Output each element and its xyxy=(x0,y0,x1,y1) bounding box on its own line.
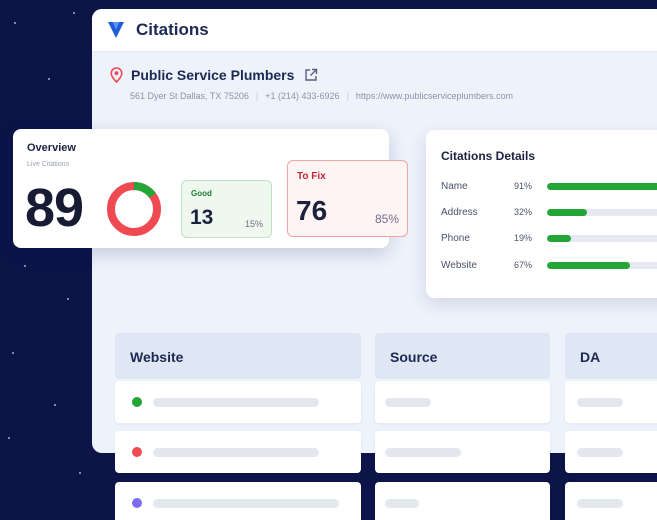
placeholder-bar xyxy=(153,398,319,407)
detail-row-phone: Phone 19% xyxy=(441,233,657,245)
detail-row-website: Website 67% xyxy=(441,260,657,272)
status-dot xyxy=(132,397,142,407)
progress-fill xyxy=(547,235,571,242)
status-dot xyxy=(132,498,142,508)
good-percent: 15% xyxy=(244,219,263,229)
progress-fill xyxy=(547,262,631,269)
overview-card: Overview Live Citations 89 Good 13 15% T… xyxy=(13,129,408,248)
external-link-icon[interactable] xyxy=(304,68,318,82)
placeholder-bar xyxy=(385,448,461,457)
meta-divider: | xyxy=(255,91,259,101)
business-name: Public Service Plumbers xyxy=(131,67,295,83)
placeholder-bar xyxy=(385,499,419,508)
placeholder-bar xyxy=(577,499,623,508)
progress-track xyxy=(547,262,657,269)
column-header-source[interactable]: Source xyxy=(375,333,550,379)
detail-row-name: Name 91% xyxy=(441,181,657,193)
business-website[interactable]: https://www.publicserviceplumbers.com xyxy=(356,91,513,101)
overview-title: Overview xyxy=(27,142,76,154)
location-pin-icon xyxy=(110,67,123,83)
progress-track xyxy=(547,235,657,242)
business-header: Public Service Plumbers 561 Dyer St Dall… xyxy=(110,67,513,101)
good-label: Good xyxy=(191,189,212,198)
placeholder-bar xyxy=(153,448,319,457)
good-citations-box[interactable]: Good 13 15% xyxy=(181,180,272,238)
business-phone: +1 (214) 433-6926 xyxy=(265,91,340,101)
app-title: Citations xyxy=(136,20,209,39)
to-fix-citations-box[interactable]: To Fix 76 85% xyxy=(287,160,408,237)
to-fix-count: 76 xyxy=(296,195,328,226)
title-bar: Citations xyxy=(92,9,657,52)
column-header-da[interactable]: DA xyxy=(565,333,657,379)
meta-divider: | xyxy=(346,91,349,101)
overview-subtitle: Live Citations xyxy=(27,161,70,168)
status-dot xyxy=(132,447,142,457)
live-citations-total: 89 xyxy=(25,178,84,238)
citations-details-card: Citations Details Name 91% Address 32% P… xyxy=(426,130,657,298)
placeholder-bar xyxy=(385,398,431,407)
column-header-website[interactable]: Website xyxy=(115,333,361,379)
good-count: 13 xyxy=(190,206,214,229)
progress-fill xyxy=(547,183,657,190)
detail-row-address: Address 32% xyxy=(441,207,657,219)
progress-track xyxy=(547,209,657,216)
progress-fill xyxy=(547,209,587,216)
to-fix-label: To Fix xyxy=(297,171,326,182)
details-title: Citations Details xyxy=(441,149,536,163)
brand-logo-icon xyxy=(108,22,124,38)
placeholder-bar xyxy=(153,499,339,508)
placeholder-bar xyxy=(577,448,623,457)
to-fix-percent: 85% xyxy=(374,212,399,226)
placeholder-bar xyxy=(577,398,623,407)
business-address: 561 Dyer St Dallas, TX 75206 xyxy=(130,91,249,101)
citations-donut-chart xyxy=(107,182,161,236)
progress-track xyxy=(547,183,657,190)
